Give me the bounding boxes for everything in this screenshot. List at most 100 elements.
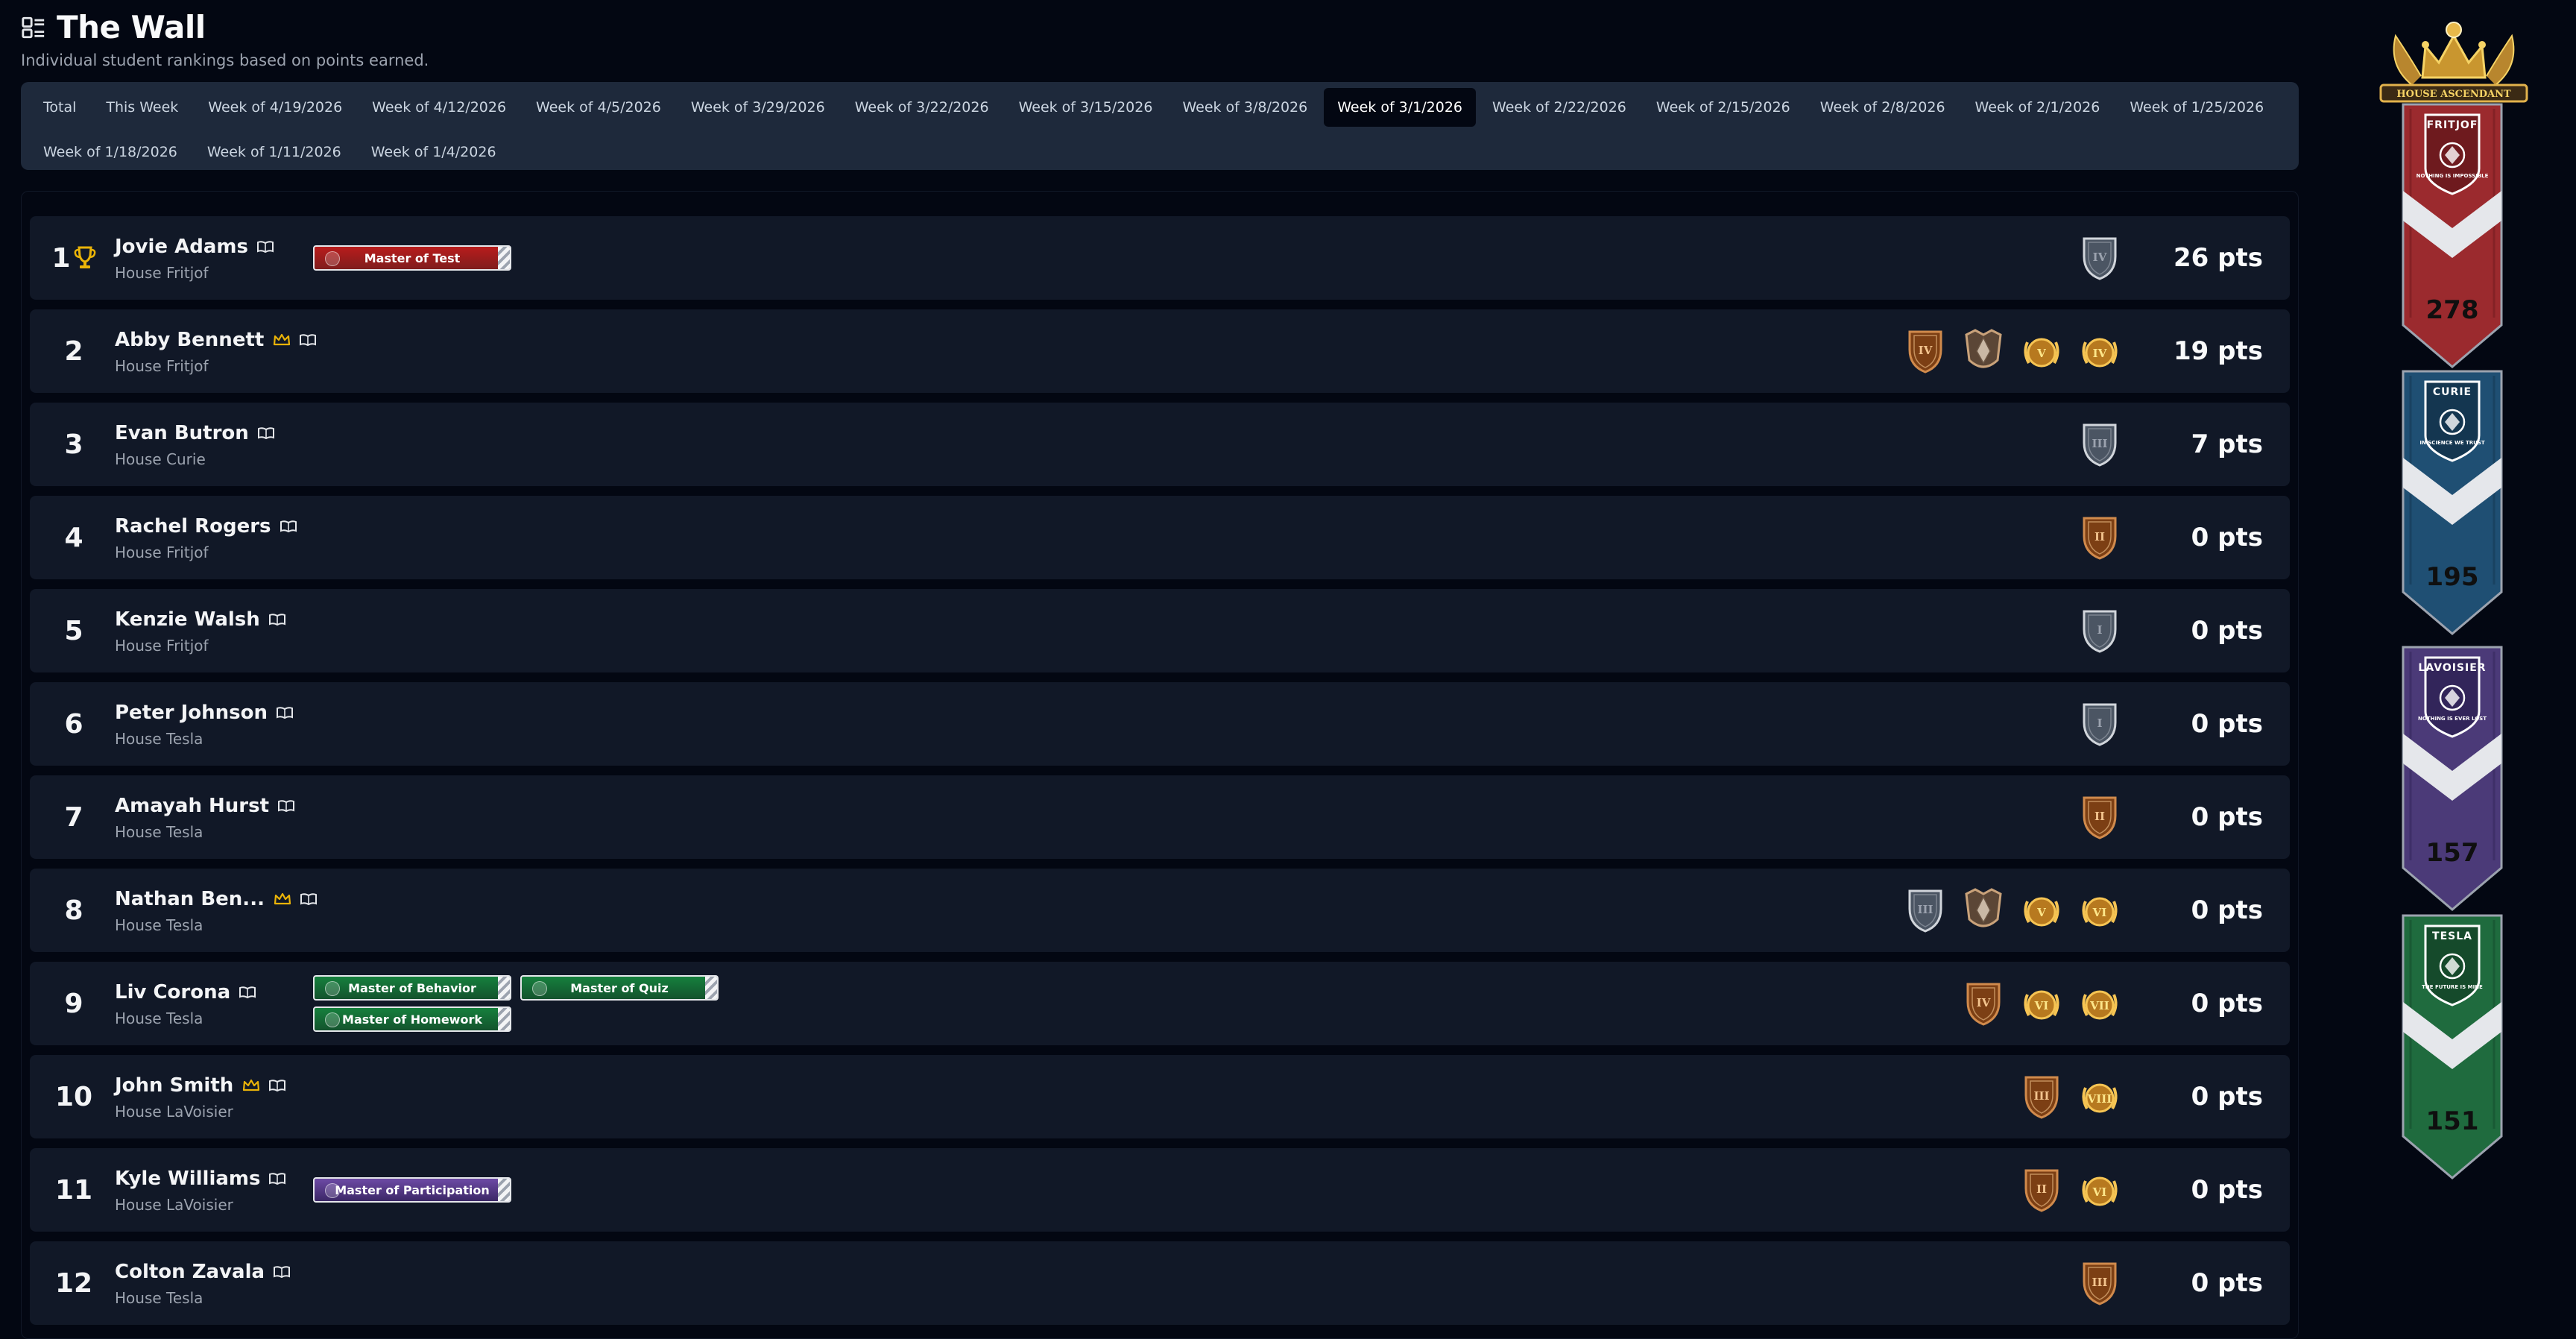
book-icon bbox=[257, 427, 274, 439]
student-name[interactable]: Colton Zavala bbox=[115, 1261, 265, 1283]
book-icon bbox=[269, 1080, 286, 1091]
medal-icon: III bbox=[1908, 889, 1942, 933]
rank-number: 8 bbox=[48, 869, 100, 952]
rank-value: 8 bbox=[64, 895, 83, 926]
tab-week[interactable]: Week of 3/8/2026 bbox=[1169, 88, 1321, 127]
table-row[interactable]: 8 Nathan Ben... House Tesla III V VI 0 pts bbox=[30, 869, 2290, 952]
table-row[interactable]: 4 Rachel Rogers House Fritjof II 0 pts bbox=[30, 496, 2290, 579]
tab-week[interactable]: Week of 4/5/2026 bbox=[523, 88, 675, 127]
tab-week[interactable]: Week of 1/11/2026 bbox=[194, 133, 355, 171]
tab-week[interactable]: Week of 1/25/2026 bbox=[2116, 88, 2277, 127]
house-banner[interactable]: TESLA THE FUTURE IS MINE 151 bbox=[2400, 913, 2504, 1181]
rank-value: 11 bbox=[54, 1174, 93, 1206]
house-banner[interactable]: LAVOISIER NOTHING IS EVER LOST 157 bbox=[2400, 644, 2504, 913]
tab-week[interactable]: Total bbox=[30, 88, 89, 127]
student-name[interactable]: Jovie Adams bbox=[115, 236, 248, 258]
title-badge-row: Master of Homework bbox=[313, 1006, 719, 1032]
table-row[interactable]: 10 John Smith House LaVoisier III VIII 0 p… bbox=[30, 1055, 2290, 1138]
table-row[interactable]: 6 Peter Johnson House Tesla I 0 pts bbox=[30, 682, 2290, 766]
student-name[interactable]: Kyle Williams bbox=[115, 1168, 260, 1190]
tab-week[interactable]: Week of 3/15/2026 bbox=[1006, 88, 1167, 127]
student-house: House Tesla bbox=[115, 1289, 203, 1307]
student-name[interactable]: Evan Butron bbox=[115, 422, 249, 444]
title-badge-stripe bbox=[498, 977, 510, 999]
student-info: Nathan Ben... House Tesla bbox=[115, 888, 317, 934]
name-line: Kyle Williams bbox=[115, 1168, 286, 1190]
tab-week[interactable]: Week of 3/1/2026 bbox=[1324, 88, 1477, 127]
rank-value: 5 bbox=[64, 615, 83, 646]
student-points: 19 pts bbox=[2174, 336, 2263, 366]
student-name[interactable]: Amayah Hurst bbox=[115, 795, 269, 817]
table-row[interactable]: 2 Abby Bennett House Fritjof IV V IV 19 pt… bbox=[30, 309, 2290, 393]
list-icon bbox=[22, 16, 45, 38]
tab-week[interactable]: This Week bbox=[92, 88, 192, 127]
table-row[interactable]: 11 Kyle Williams House LaVoisier Master of… bbox=[30, 1148, 2290, 1232]
medal-list: II bbox=[2078, 496, 2121, 579]
title-badge-label: Master of Homework bbox=[342, 1012, 482, 1027]
svg-text:V: V bbox=[2036, 906, 2046, 919]
medal-icon: IV bbox=[1908, 330, 1942, 374]
tab-week[interactable]: Week of 2/1/2026 bbox=[1962, 88, 2114, 127]
tab-week[interactable]: Week of 3/22/2026 bbox=[842, 88, 1003, 127]
tab-week[interactable]: Week of 2/8/2026 bbox=[1807, 88, 1959, 127]
student-name[interactable]: Rachel Rogers bbox=[115, 515, 271, 538]
title-badge-label: Master of Behavior bbox=[348, 980, 476, 995]
title-badge-icon bbox=[325, 1012, 340, 1027]
table-row[interactable]: 12 Colton Zavala House Tesla III 0 pts bbox=[30, 1241, 2290, 1325]
name-line: Amayah Hurst bbox=[115, 795, 295, 817]
rank-value: 1 bbox=[51, 242, 71, 274]
name-line: Jovie Adams bbox=[115, 236, 274, 258]
student-name[interactable]: Kenzie Walsh bbox=[115, 608, 260, 631]
student-points: 0 pts bbox=[2191, 523, 2263, 552]
student-name[interactable]: John Smith bbox=[115, 1074, 233, 1097]
medal-icon: VI bbox=[2024, 990, 2059, 1020]
table-row[interactable]: 5 Kenzie Walsh House Fritjof I 0 pts bbox=[30, 589, 2290, 672]
student-name[interactable]: Abby Bennett bbox=[115, 329, 264, 351]
tab-week[interactable]: Week of 2/15/2026 bbox=[1643, 88, 1804, 127]
rank-number: 11 bbox=[48, 1148, 100, 1232]
student-house: House Tesla bbox=[115, 1009, 203, 1027]
student-info: Kenzie Walsh House Fritjof bbox=[115, 608, 285, 655]
table-row[interactable]: 7 Amayah Hurst House Tesla II 0 pts bbox=[30, 775, 2290, 859]
title-badge: Master of Quiz bbox=[520, 975, 719, 1001]
tab-week[interactable]: Week of 2/22/2026 bbox=[1479, 88, 1640, 127]
tab-week[interactable]: Week of 1/4/2026 bbox=[358, 133, 510, 171]
student-points: 26 pts bbox=[2174, 243, 2263, 273]
house-banner[interactable]: CURIE IN SCIENCE WE TRUST 195 bbox=[2400, 368, 2504, 637]
house-name: FRITJOF bbox=[2426, 119, 2478, 131]
house-score: 278 bbox=[2425, 295, 2479, 325]
tab-week[interactable]: Week of 4/12/2026 bbox=[359, 88, 520, 127]
table-row[interactable]: 1 Jovie Adams House Fritjof Master of Tes… bbox=[30, 216, 2290, 300]
tab-week[interactable]: Week of 3/29/2026 bbox=[678, 88, 839, 127]
svg-text:II: II bbox=[2094, 530, 2105, 544]
student-points: 0 pts bbox=[2191, 1175, 2263, 1205]
tab-week[interactable]: Week of 1/18/2026 bbox=[30, 133, 191, 171]
house-score: 195 bbox=[2425, 562, 2479, 592]
medal-icon: II bbox=[2024, 1169, 2059, 1212]
medal-list: IV bbox=[2078, 216, 2121, 300]
student-house: House Tesla bbox=[115, 730, 203, 748]
book-icon bbox=[239, 986, 256, 998]
medal-icon: III bbox=[2024, 1076, 2059, 1119]
student-name[interactable]: Liv Corona bbox=[115, 981, 230, 1004]
table-row[interactable]: 3 Evan Butron House Curie III 7 pts bbox=[30, 403, 2290, 486]
page-header: The Wall Individual student rankings bas… bbox=[21, 9, 429, 69]
rank-number: 12 bbox=[48, 1241, 100, 1325]
svg-text:III: III bbox=[1917, 903, 1933, 916]
banner-pennant bbox=[2402, 646, 2503, 911]
banner-pennant bbox=[2402, 370, 2503, 635]
medal-list: III VIII bbox=[2020, 1055, 2121, 1138]
rank-number: 6 bbox=[48, 682, 100, 766]
rank-value: 3 bbox=[64, 429, 83, 460]
student-name[interactable]: Nathan Ben... bbox=[115, 888, 265, 910]
student-info: Peter Johnson House Tesla bbox=[115, 702, 294, 748]
svg-text:V: V bbox=[2036, 347, 2046, 360]
svg-text:VI: VI bbox=[2092, 1185, 2107, 1199]
tab-week[interactable]: Week of 4/19/2026 bbox=[195, 88, 356, 127]
book-icon bbox=[268, 614, 285, 626]
student-name[interactable]: Peter Johnson bbox=[115, 702, 268, 724]
house-banner[interactable]: FRITJOF NOTHING IS IMPOSSIBLE 278 bbox=[2400, 101, 2504, 370]
house-motto: NOTHING IS IMPOSSIBLE bbox=[2416, 173, 2489, 179]
table-row[interactable]: 9 Liv Corona House Tesla Master of Behavio… bbox=[30, 962, 2290, 1045]
house-score: 157 bbox=[2425, 838, 2479, 868]
